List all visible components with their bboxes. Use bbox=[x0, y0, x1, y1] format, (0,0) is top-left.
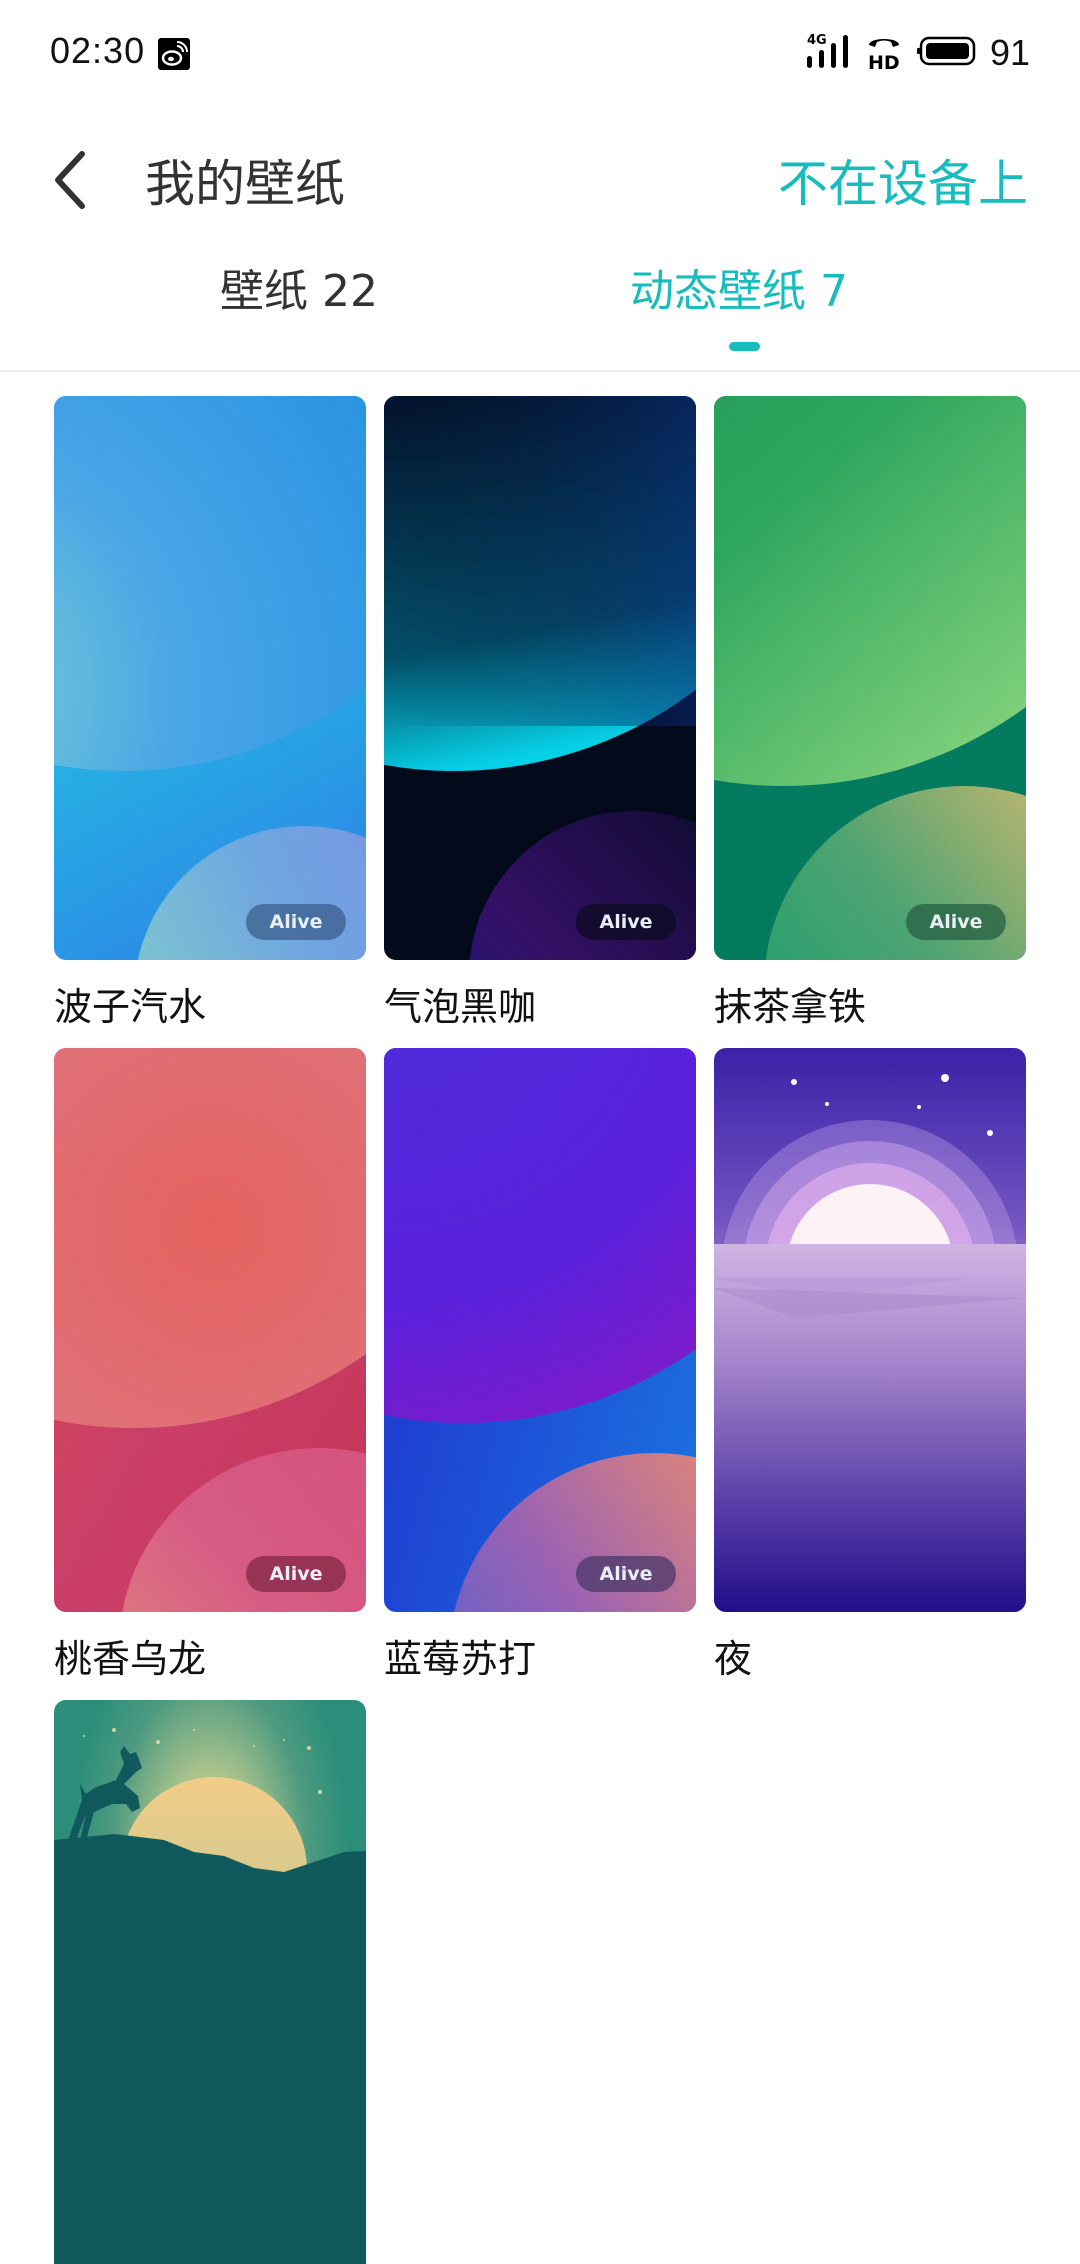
signal-4g-icon: 4G bbox=[806, 31, 852, 75]
alive-badge: Alive bbox=[246, 904, 346, 940]
wallpaper-name: 夜 bbox=[714, 1637, 753, 1681]
status-bar: 02:30 4G HD 91 bbox=[0, 0, 1080, 110]
wallpaper-thumbnail: Alive bbox=[384, 396, 696, 960]
wallpaper-name: 抹茶拿铁 bbox=[714, 985, 867, 1029]
wallpaper-thumbnail bbox=[54, 1700, 366, 2264]
wallpaper-name: 桃香乌龙 bbox=[54, 1637, 207, 1681]
alive-badge: Alive bbox=[906, 904, 1006, 940]
app-header: 我的壁纸 不在设备上 bbox=[0, 130, 1080, 230]
page-title: 我的壁纸 bbox=[145, 155, 345, 213]
hd-label: HD bbox=[868, 52, 900, 71]
alive-badge: Alive bbox=[576, 904, 676, 940]
weibo-icon bbox=[158, 38, 190, 70]
alive-badge: Alive bbox=[246, 1556, 346, 1592]
wallpaper-card[interactable]: Alive 桃香乌龙 bbox=[54, 1048, 366, 1681]
tab-wallpapers[interactable]: 壁纸 22 bbox=[220, 255, 378, 319]
status-time: 02:30 bbox=[50, 30, 146, 71]
wallpaper-thumbnail: Alive bbox=[54, 396, 366, 960]
hd-call-icon: HD bbox=[866, 31, 902, 75]
chevron-left-icon bbox=[55, 151, 85, 209]
wallpaper-card[interactable] bbox=[54, 1700, 366, 2264]
alive-badge: Alive bbox=[576, 1556, 676, 1592]
header-divider bbox=[0, 370, 1080, 372]
wallpaper-thumbnail: Alive bbox=[714, 396, 1026, 960]
wallpaper-card[interactable]: Alive 抹茶拿铁 bbox=[714, 396, 1026, 1029]
tab-live-wallpapers[interactable]: 动态壁纸 7 bbox=[630, 255, 848, 319]
wallpaper-thumbnail: Alive bbox=[384, 1048, 696, 1612]
wallpaper-card[interactable]: Alive 气泡黑咖 bbox=[384, 396, 696, 1029]
back-button[interactable] bbox=[48, 148, 98, 212]
wallpaper-name: 气泡黑咖 bbox=[384, 985, 537, 1029]
wallpaper-name: 波子汽水 bbox=[54, 985, 207, 1029]
wallpaper-thumbnail: Alive bbox=[54, 1048, 366, 1612]
wallpaper-card[interactable]: 夜 bbox=[714, 1048, 1026, 1681]
wallpaper-name: 蓝莓苏打 bbox=[384, 1637, 537, 1681]
battery-percent: 91 bbox=[989, 32, 1030, 73]
wallpaper-card[interactable]: Alive 波子汽水 bbox=[54, 396, 366, 1029]
active-tab-indicator bbox=[729, 342, 760, 351]
network-label: 4G bbox=[807, 33, 827, 48]
battery-icon bbox=[916, 36, 976, 70]
wallpaper-card[interactable]: Alive 蓝莓苏打 bbox=[384, 1048, 696, 1681]
wallpaper-thumbnail bbox=[714, 1048, 1026, 1612]
not-on-device-button[interactable]: 不在设备上 bbox=[778, 144, 1028, 216]
tab-bar: 壁纸 22 动态壁纸 7 bbox=[0, 255, 1080, 355]
